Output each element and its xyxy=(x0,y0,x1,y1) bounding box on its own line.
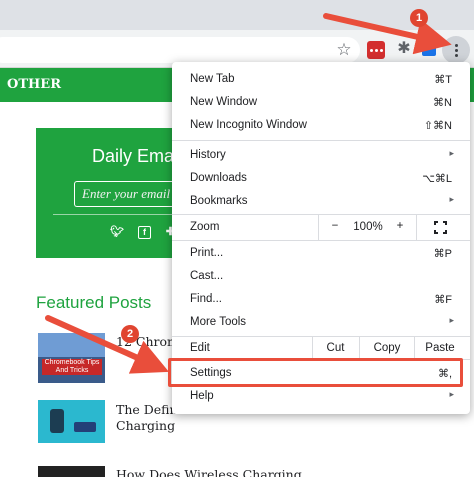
menu-item-label: New Tab xyxy=(190,73,235,85)
menu-item-print[interactable]: Print... ⌘P xyxy=(172,243,470,265)
zoom-in-button[interactable]: + xyxy=(391,220,409,232)
post-title[interactable]: How Does Wireless Charging xyxy=(116,467,302,477)
chevron-right-icon: ▸ xyxy=(449,194,454,204)
menu-item-downloads[interactable]: Downloads ⌥⌘L xyxy=(172,168,470,190)
featured-posts-heading: Featured Posts xyxy=(36,293,152,312)
cut-button[interactable]: Cut xyxy=(313,342,358,354)
step-1-badge: 1 xyxy=(410,9,428,27)
kebab-menu-icon[interactable] xyxy=(442,36,470,64)
menu-item-zoom: Zoom xyxy=(172,217,470,239)
post-title[interactable]: The Defin xyxy=(116,402,178,417)
menu-item-help[interactable]: Help ▸ xyxy=(172,386,470,408)
post-thumbnail[interactable] xyxy=(38,466,105,477)
menu-item-label: Find... xyxy=(190,293,222,305)
menu-item-label: Print... xyxy=(190,247,224,259)
shortcut: ⌘F xyxy=(434,294,452,306)
menu-separator xyxy=(172,336,470,337)
settings-highlight-box xyxy=(168,358,463,387)
copy-button[interactable]: Copy xyxy=(360,342,414,354)
newsletter-title: Daily Email xyxy=(92,146,183,166)
zoom-level: 100% xyxy=(353,221,383,233)
post-thumbnail[interactable] xyxy=(38,400,105,443)
chevron-right-icon: ▸ xyxy=(449,148,454,158)
shortcut: ⌘T xyxy=(434,74,452,86)
menu-item-new-tab[interactable]: New Tab ⌘T xyxy=(172,69,470,91)
shortcut: ⌘N xyxy=(433,97,452,109)
menu-item-label: Zoom xyxy=(190,221,220,233)
menu-separator xyxy=(172,240,470,241)
menu-item-history[interactable]: History ▸ xyxy=(172,145,470,167)
menu-item-label: Bookmarks xyxy=(190,195,248,207)
menu-item-label: Cast... xyxy=(190,270,224,282)
divider xyxy=(318,214,319,240)
post-title-line2[interactable]: Charging xyxy=(116,418,175,433)
shortcut: ⌘P xyxy=(433,248,452,260)
menu-item-bookmarks[interactable]: Bookmarks ▸ xyxy=(172,191,470,213)
shortcut: ⇧⌘N xyxy=(423,120,452,132)
star-icon[interactable]: ☆ xyxy=(334,40,354,60)
menu-item-label: New Incognito Window xyxy=(190,119,307,131)
chevron-right-icon: ▸ xyxy=(449,389,454,399)
menu-separator xyxy=(172,140,470,141)
nav-item-other[interactable]: OTHER xyxy=(7,77,61,92)
zoom-out-button[interactable]: − xyxy=(326,220,344,232)
address-bar[interactable] xyxy=(0,37,360,63)
menu-separator xyxy=(172,214,470,215)
extension-icon[interactable] xyxy=(422,42,436,56)
step-2-badge: 2 xyxy=(121,325,139,343)
fullscreen-icon[interactable] xyxy=(434,221,447,234)
divider xyxy=(416,214,417,240)
menu-item-more-tools[interactable]: More Tools ▸ xyxy=(172,312,470,334)
paste-button[interactable]: Paste xyxy=(415,342,465,354)
thumbnail-text: Chromebook Tips And Tricks xyxy=(42,359,102,375)
chevron-right-icon: ▸ xyxy=(449,315,454,325)
facebook-icon[interactable]: f xyxy=(138,226,151,239)
shortcut: ⌥⌘L xyxy=(422,173,452,185)
extension-icon[interactable] xyxy=(367,41,385,59)
menu-item-find[interactable]: Find... ⌘F xyxy=(172,289,470,311)
menu-item-label: Help xyxy=(190,390,214,402)
menu-item-label: New Window xyxy=(190,96,258,108)
menu-item-label: More Tools xyxy=(190,316,247,328)
puzzle-icon[interactable]: ✱ xyxy=(394,39,414,59)
menu-item-new-incognito-window[interactable]: New Incognito Window ⇧⌘N xyxy=(172,115,470,137)
menu-item-new-window[interactable]: New Window ⌘N xyxy=(172,92,470,114)
twitter-icon[interactable]: 🐦︎ xyxy=(110,226,124,239)
menu-item-cast[interactable]: Cast... xyxy=(172,266,470,288)
post-thumbnail[interactable]: Chromebook Tips And Tricks xyxy=(38,333,105,383)
tab-strip xyxy=(0,0,474,30)
menu-item-label: Edit xyxy=(190,342,210,354)
menu-item-label: History xyxy=(190,149,226,161)
menu-item-label: Downloads xyxy=(190,172,247,184)
